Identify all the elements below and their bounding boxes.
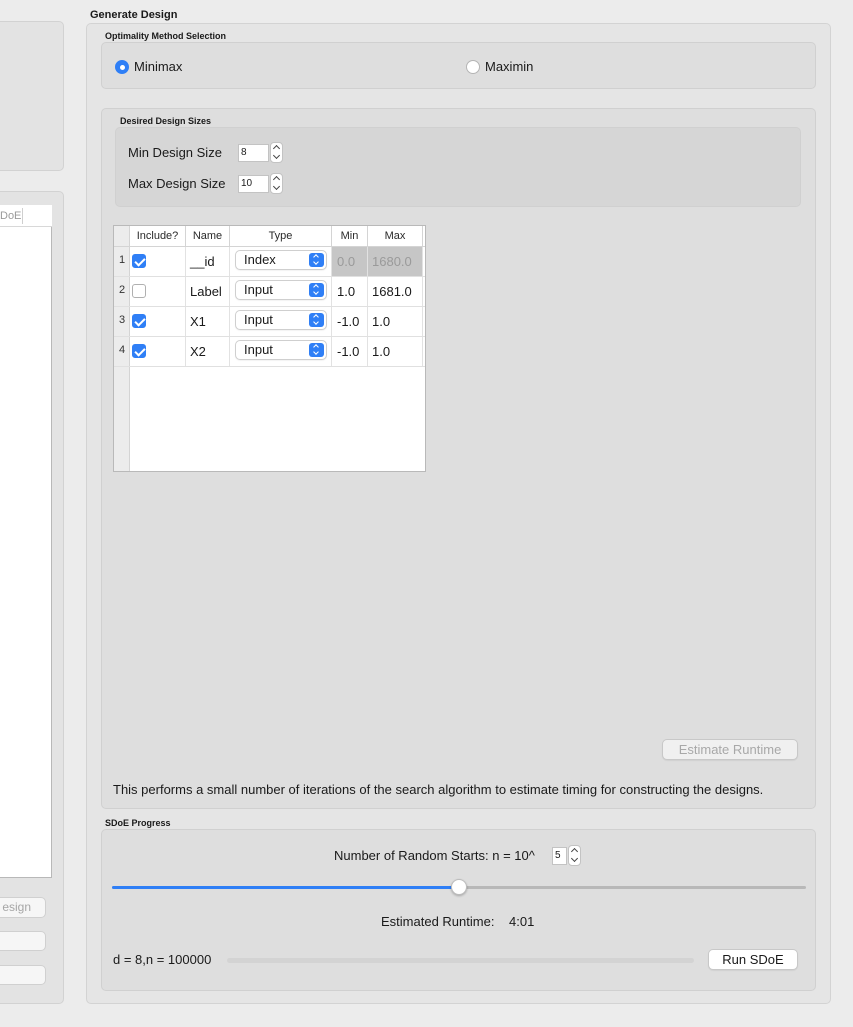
random-starts-stepper[interactable] bbox=[568, 845, 581, 866]
table-row-divider bbox=[114, 366, 425, 367]
random-starts-slider-handle[interactable] bbox=[451, 879, 467, 895]
estimated-runtime-value: 4:01 bbox=[509, 914, 535, 929]
table-row-number: 4 bbox=[118, 344, 126, 356]
status-text: d = 8,n = 100000 bbox=[113, 952, 212, 967]
select-chevrons-icon bbox=[309, 343, 324, 357]
estimated-runtime-label: Estimated Runtime: bbox=[381, 914, 495, 929]
column-header-name[interactable]: Name bbox=[186, 226, 230, 246]
sdoe-progress-bar bbox=[227, 958, 694, 963]
type-select-value: Index bbox=[244, 252, 276, 267]
type-select-row-3[interactable]: Input bbox=[235, 310, 327, 330]
include-checkbox-row-2[interactable] bbox=[132, 284, 146, 298]
column-divider bbox=[422, 247, 423, 367]
table-cell-min: 0.0 bbox=[337, 254, 356, 269]
column-header-include[interactable]: Include? bbox=[130, 226, 186, 246]
select-chevrons-icon bbox=[309, 253, 324, 267]
design-sizes-title: Desired Design Sizes bbox=[120, 116, 212, 126]
optimality-box bbox=[101, 42, 816, 89]
left-list[interactable] bbox=[0, 205, 52, 878]
table-row-number: 2 bbox=[118, 284, 126, 296]
left-button-2[interactable] bbox=[0, 931, 46, 951]
left-list-column-divider bbox=[22, 208, 23, 224]
max-design-size-label: Max Design Size bbox=[128, 176, 226, 191]
column-header-type[interactable]: Type bbox=[230, 226, 332, 246]
optimality-section-title: Optimality Method Selection bbox=[105, 31, 227, 41]
max-design-size-stepper[interactable] bbox=[270, 173, 283, 194]
random-starts-slider-fill bbox=[112, 886, 459, 889]
table-row-number: 3 bbox=[118, 314, 126, 326]
left-list-column-header[interactable]: DoE bbox=[0, 210, 21, 222]
maximin-label[interactable]: Maximin bbox=[485, 59, 533, 74]
table-cell-name: X2 bbox=[190, 344, 206, 359]
column-divider bbox=[229, 247, 230, 367]
max-design-size-input[interactable]: 10 bbox=[238, 175, 269, 193]
table-cell-min[interactable]: 1.0 bbox=[337, 284, 355, 299]
table-cell-max[interactable]: 1.0 bbox=[372, 314, 390, 329]
table-cell-name: __id bbox=[190, 254, 215, 269]
include-checkbox-row-3[interactable] bbox=[132, 314, 146, 328]
table-cell-name: Label bbox=[190, 284, 222, 299]
minimax-radio[interactable] bbox=[115, 60, 129, 74]
left-upper-panel bbox=[0, 21, 64, 171]
table-cell-max[interactable]: 1681.0 bbox=[372, 284, 412, 299]
column-header-min[interactable]: Min bbox=[332, 226, 368, 246]
table-row-divider bbox=[114, 336, 425, 337]
minimax-label[interactable]: Minimax bbox=[134, 59, 182, 74]
type-select-row-2[interactable]: Input bbox=[235, 280, 327, 300]
min-design-size-stepper[interactable] bbox=[270, 142, 283, 163]
table-cell-min[interactable]: -1.0 bbox=[337, 344, 359, 359]
left-design-button[interactable]: esign bbox=[0, 897, 46, 918]
type-select-value: Input bbox=[244, 312, 273, 327]
min-design-size-label: Min Design Size bbox=[128, 145, 222, 160]
run-sdoe-button[interactable]: Run SDoE bbox=[708, 949, 798, 970]
sdoe-progress-title: SDoE Progress bbox=[105, 818, 171, 828]
table-cell-name: X1 bbox=[190, 314, 206, 329]
type-select-value: Input bbox=[244, 342, 273, 357]
generate-design-title: Generate Design bbox=[90, 9, 178, 21]
table-row-number: 1 bbox=[118, 254, 126, 266]
estimate-description: This performs a small number of iteratio… bbox=[113, 782, 764, 797]
design-sizes-box bbox=[115, 127, 801, 207]
left-button-3[interactable] bbox=[0, 965, 46, 985]
table-row-divider bbox=[114, 306, 425, 307]
maximin-radio[interactable] bbox=[466, 60, 480, 74]
column-divider bbox=[185, 247, 186, 367]
select-chevrons-icon bbox=[309, 313, 324, 327]
random-starts-label: Number of Random Starts: n = 10^ bbox=[334, 848, 535, 863]
random-starts-input[interactable]: 5 bbox=[552, 847, 567, 865]
type-select-value: Input bbox=[244, 282, 273, 297]
table-cell-max[interactable]: 1.0 bbox=[372, 344, 390, 359]
estimate-runtime-button[interactable]: Estimate Runtime bbox=[662, 739, 798, 760]
table-row-divider bbox=[114, 276, 425, 277]
type-select-row-1[interactable]: Index bbox=[235, 250, 327, 270]
select-chevrons-icon bbox=[309, 283, 324, 297]
table-cell-min[interactable]: -1.0 bbox=[337, 314, 359, 329]
include-checkbox-row-1[interactable] bbox=[132, 254, 146, 268]
min-design-size-input[interactable]: 8 bbox=[238, 144, 269, 162]
table-cell-max: 1680.0 bbox=[372, 254, 412, 269]
include-checkbox-row-4[interactable] bbox=[132, 344, 146, 358]
column-header-max[interactable]: Max bbox=[368, 226, 423, 246]
type-select-row-4[interactable]: Input bbox=[235, 340, 327, 360]
